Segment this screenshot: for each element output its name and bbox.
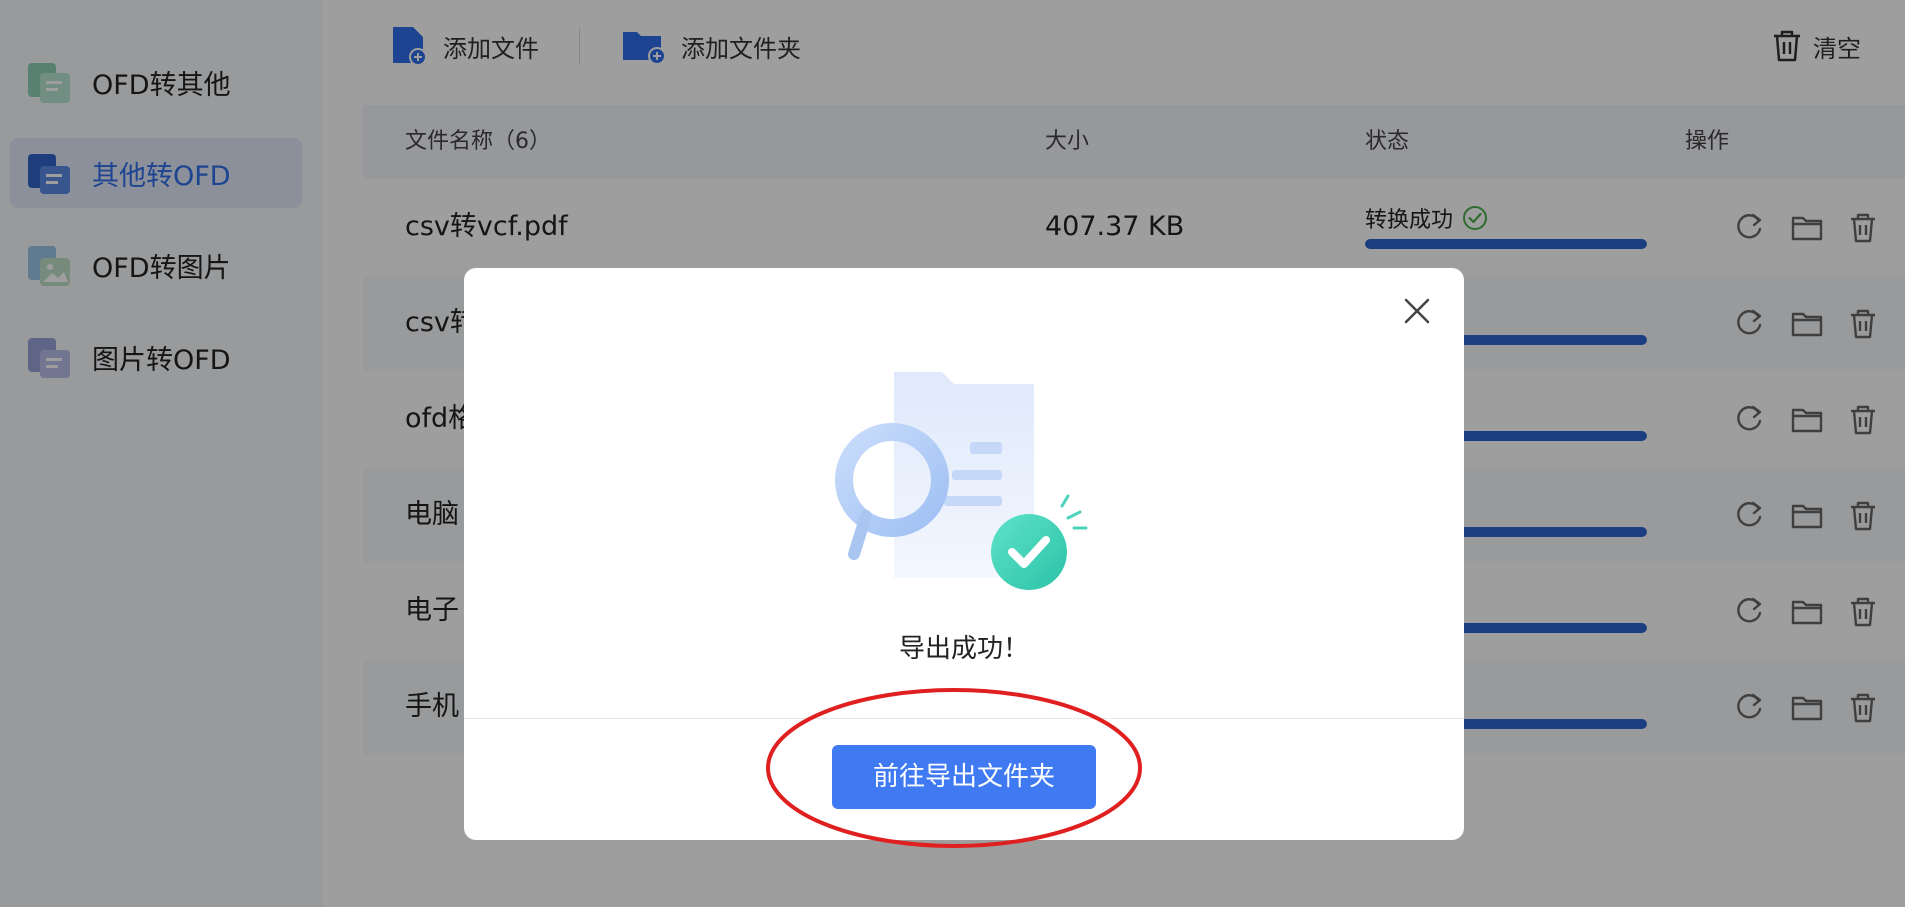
close-icon[interactable] [1400,294,1434,328]
export-success-dialog: 导出成功！ 前往导出文件夹 [464,268,1464,840]
dialog-divider [464,718,1464,719]
open-export-folder-button[interactable]: 前往导出文件夹 [832,745,1096,809]
export-success-message: 导出成功！ [898,634,1029,664]
export-success-illustration-icon [835,372,1088,590]
